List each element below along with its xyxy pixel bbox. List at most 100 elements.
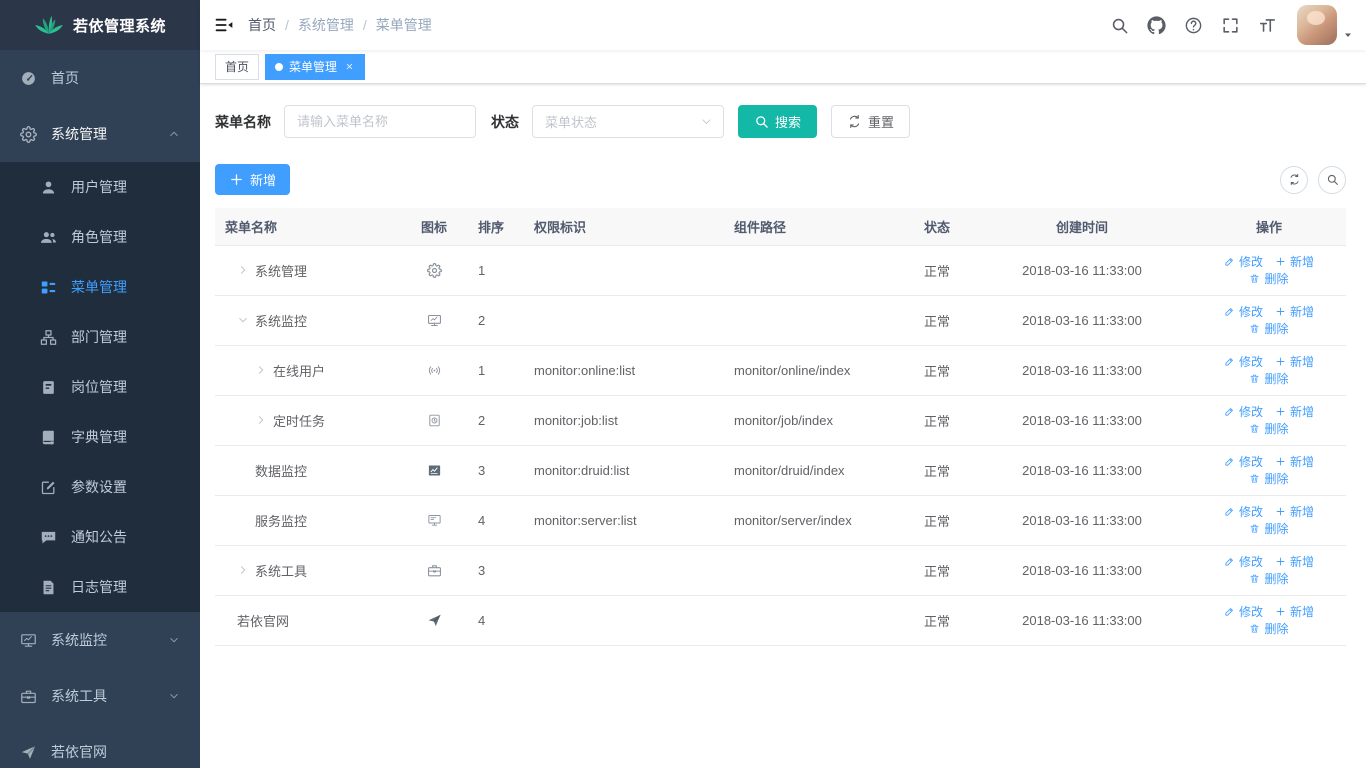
sidebar-subitem-1-1[interactable]: 角色管理 — [0, 212, 200, 262]
perms-value: monitor:online:list — [524, 345, 724, 395]
add-button[interactable]: 新增 — [215, 164, 290, 195]
edit-pencil-icon — [1224, 256, 1235, 267]
op-plus-link[interactable]: 新增 — [1275, 503, 1314, 520]
search-button[interactable]: 搜索 — [738, 105, 817, 138]
font-size-icon[interactable] — [1256, 14, 1278, 36]
op-delete-link[interactable]: 删除 — [1249, 420, 1288, 437]
logo[interactable]: 若依管理系统 — [0, 0, 200, 50]
tags-view-bar: 首页 菜单管理 — [200, 50, 1366, 84]
op-edit-pencil-link[interactable]: 修改 — [1224, 403, 1263, 420]
sidebar: 若依管理系统 首页 系统管理 用户管理 角色管理 菜单管理 部门管理 岗位管理 … — [0, 0, 200, 768]
chevron-right-icon[interactable] — [237, 264, 249, 276]
search-icon-button[interactable] — [1318, 166, 1346, 194]
sidebar-item-4[interactable]: 若依官网 — [0, 724, 200, 768]
sidebar-item-3[interactable]: 系统工具 — [0, 668, 200, 724]
op-delete-link[interactable]: 删除 — [1249, 620, 1288, 637]
sidebar-subitem-1-4[interactable]: 岗位管理 — [0, 362, 200, 412]
edit-pencil-icon — [1224, 406, 1235, 417]
user-menu[interactable] — [1293, 5, 1354, 45]
refresh-icon-button[interactable] — [1280, 166, 1308, 194]
github-icon[interactable] — [1145, 14, 1167, 36]
edit-pencil-icon — [1224, 556, 1235, 567]
row-actions: 修改新增删除 — [1192, 395, 1346, 445]
sidebar-subitem-1-2[interactable]: 菜单管理 — [0, 262, 200, 312]
sidebar-subitem-1-5[interactable]: 字典管理 — [0, 412, 200, 462]
op-edit-pencil-link[interactable]: 修改 — [1224, 253, 1263, 270]
status-value: 正常 — [902, 395, 972, 445]
sidebar-subitem-1-8[interactable]: 日志管理 — [0, 562, 200, 612]
op-label: 删除 — [1264, 320, 1288, 337]
menu-name-input[interactable] — [284, 105, 476, 138]
sidebar-item-1[interactable]: 系统管理 — [0, 106, 200, 162]
chevron-right-icon[interactable] — [255, 364, 267, 376]
tab-close-icon[interactable] — [343, 61, 355, 73]
op-edit-pencil-link[interactable]: 修改 — [1224, 603, 1263, 620]
sidebar-subitem-1-6[interactable]: 参数设置 — [0, 462, 200, 512]
op-edit-pencil-link[interactable]: 修改 — [1224, 303, 1263, 320]
op-label: 新增 — [1290, 253, 1314, 270]
plus-icon — [1275, 606, 1286, 617]
sidebar-subitem-1-7[interactable]: 通知公告 — [0, 512, 200, 562]
op-edit-pencil-link[interactable]: 修改 — [1224, 553, 1263, 570]
table-row: 服务监控 4 monitor:server:list monitor/serve… — [215, 495, 1346, 545]
menu-name: 系统监控 — [255, 311, 307, 330]
op-plus-link[interactable]: 新增 — [1275, 403, 1314, 420]
perms-value — [524, 545, 724, 595]
op-plus-link[interactable]: 新增 — [1275, 553, 1314, 570]
search-icon[interactable] — [1108, 14, 1130, 36]
op-edit-pencil-link[interactable]: 修改 — [1224, 353, 1263, 370]
op-delete-link[interactable]: 删除 — [1249, 270, 1288, 287]
fullscreen-icon[interactable] — [1219, 14, 1241, 36]
toolbar-right-group — [1280, 166, 1346, 194]
op-edit-pencil-link[interactable]: 修改 — [1224, 503, 1263, 520]
tab-0[interactable]: 首页 — [215, 54, 259, 80]
tab-label: 菜单管理 — [289, 58, 337, 75]
perms-value — [524, 295, 724, 345]
chevron-right-icon[interactable] — [255, 414, 267, 426]
op-delete-link[interactable]: 删除 — [1249, 520, 1288, 537]
status-value: 正常 — [902, 495, 972, 545]
breadcrumb-item-0[interactable]: 首页 — [248, 15, 276, 35]
menu-name-cell: 系统工具 — [225, 561, 390, 580]
row-actions: 修改新增删除 — [1192, 545, 1346, 595]
menu-name-cell: 系统管理 — [225, 261, 390, 280]
sidebar-item-2[interactable]: 系统监控 — [0, 612, 200, 668]
reset-button[interactable]: 重置 — [831, 105, 910, 138]
hamburger-icon[interactable] — [200, 0, 248, 50]
op-delete-link[interactable]: 删除 — [1249, 570, 1288, 587]
op-plus-link[interactable]: 新增 — [1275, 353, 1314, 370]
op-delete-link[interactable]: 删除 — [1249, 470, 1288, 487]
sidebar-subitem-1-3[interactable]: 部门管理 — [0, 312, 200, 362]
question-icon[interactable] — [1182, 14, 1204, 36]
delete-icon — [1249, 373, 1260, 384]
chevron-right-icon[interactable] — [237, 564, 249, 576]
op-delete-link[interactable]: 删除 — [1249, 370, 1288, 387]
plus-icon — [1275, 406, 1286, 417]
op-label: 新增 — [1290, 353, 1314, 370]
user-avatar — [1297, 5, 1337, 45]
op-plus-link[interactable]: 新增 — [1275, 603, 1314, 620]
op-plus-link[interactable]: 新增 — [1275, 253, 1314, 270]
op-label: 新增 — [1290, 303, 1314, 320]
chevron-down-icon[interactable] — [237, 314, 249, 326]
column-header: 创建时间 — [972, 208, 1192, 245]
plus-icon — [1275, 506, 1286, 517]
sort-value: 2 — [468, 295, 524, 345]
column-header: 组件路径 — [724, 208, 902, 245]
op-plus-link[interactable]: 新增 — [1275, 453, 1314, 470]
sort-value: 4 — [468, 595, 524, 645]
op-plus-link[interactable]: 新增 — [1275, 303, 1314, 320]
op-delete-link[interactable]: 删除 — [1249, 320, 1288, 337]
delete-icon — [1249, 273, 1260, 284]
status-select[interactable]: 菜单状态 — [532, 105, 724, 138]
op-edit-pencil-link[interactable]: 修改 — [1224, 453, 1263, 470]
log-icon — [40, 579, 57, 596]
op-label: 删除 — [1264, 470, 1288, 487]
menu-name: 在线用户 — [273, 361, 325, 380]
sidebar-item-0[interactable]: 首页 — [0, 50, 200, 106]
tab-1[interactable]: 菜单管理 — [265, 54, 365, 80]
op-label: 删除 — [1264, 270, 1288, 287]
reset-button-label: 重置 — [868, 112, 894, 131]
sidebar-subitem-1-0[interactable]: 用户管理 — [0, 162, 200, 212]
sort-value: 2 — [468, 395, 524, 445]
